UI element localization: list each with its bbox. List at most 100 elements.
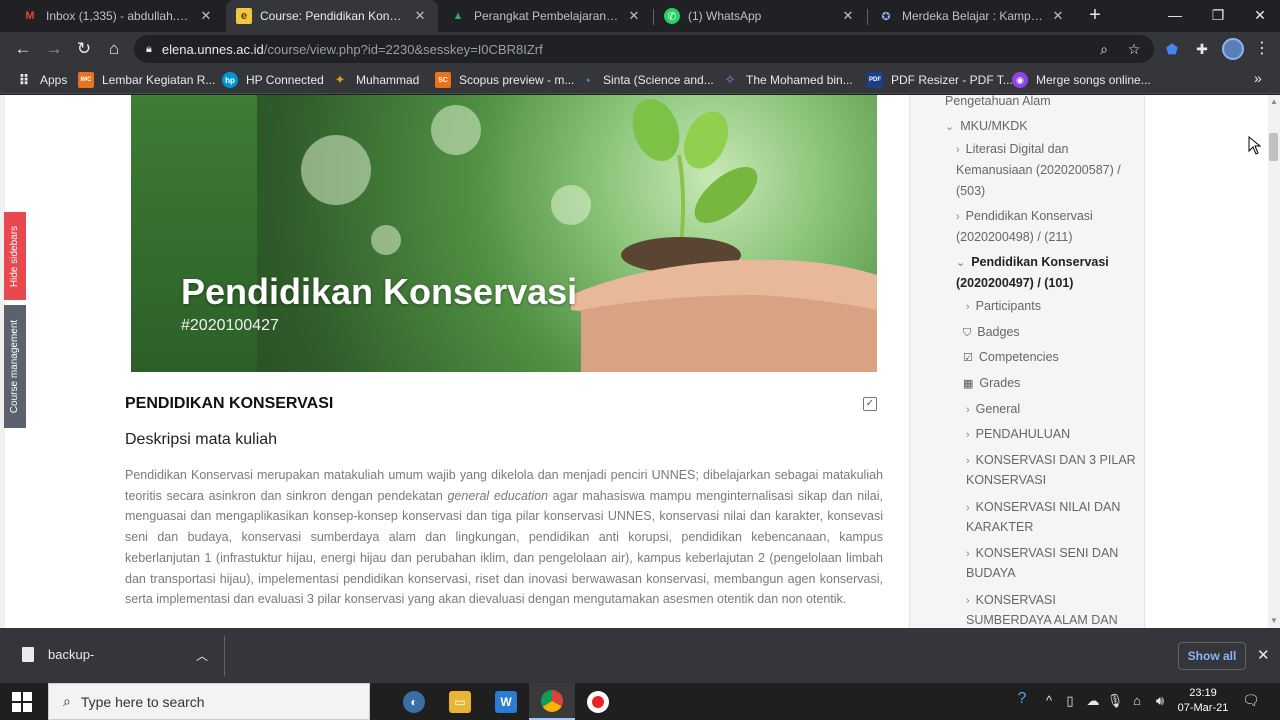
bookmark-pdfresizer[interactable]: PDF PDF Resizer - PDF T... [867,70,1013,90]
browser-toolbar: ← → ↻ ⌂ 🔒︎ elena.unnes.ac.id /course/vie… [0,32,1280,66]
taskbar-app-word[interactable]: W [483,683,529,720]
close-icon[interactable]: ✕ [840,8,856,24]
taskbar-app-explorer[interactable]: ▭ [437,683,483,720]
microphone-icon[interactable]: 🎙︎ [1105,693,1125,709]
nav-item-literasi-digital-line3[interactable]: (503) [956,181,985,202]
nav-item-general[interactable]: › General [966,399,1020,421]
tab-course[interactable]: e Course: Pendidikan Konservasi ✕ [226,0,438,32]
taskbar-clock[interactable]: 23:19 07-Mar-21 [1172,686,1234,716]
new-tab-button[interactable]: + [1083,4,1107,28]
nav-item-konservasi-nilai-line2[interactable]: KARAKTER [966,517,1033,538]
bookmark-apps[interactable]: ⠿ Apps [16,70,68,90]
nav-item-konservasi-3-pilar[interactable]: › KONSERVASI DAN 3 PILAR [966,450,1136,472]
google-drive-icon: ▲ [452,10,464,22]
nav-item-competencies[interactable]: ☑ Competencies [963,347,1059,369]
address-bar[interactable]: 🔒︎ elena.unnes.ac.id /course/view.php?id… [134,35,1154,63]
completion-checkbox-icon[interactable]: ✓ [863,397,877,411]
merge-songs-icon: ◉ [1012,72,1028,88]
bookmark-lembar[interactable]: IMC Lembar Kegiatan R... [78,70,215,90]
minimize-button[interactable]: — [1155,0,1195,30]
bookmark-mbz[interactable]: ✧ The Mohamed bin... [722,70,853,90]
taskbar-app-chrome[interactable] [529,683,575,720]
close-icon[interactable]: ✕ [412,8,428,24]
gmail-icon: M [25,10,35,22]
scroll-down-arrow-icon[interactable]: ▼ [1268,616,1280,625]
chevron-up-icon[interactable]: ︿ [196,647,208,664]
chevron-right-double-icon[interactable]: » [1254,70,1262,86]
nav-item-konservasi-seni[interactable]: › KONSERVASI SENI DAN [966,543,1118,565]
close-icon[interactable]: ✕ [626,8,642,24]
home-button[interactable]: ⌂ [102,37,126,61]
nav-item-konservasi-nilai[interactable]: › KONSERVASI NILAI DAN [966,497,1120,519]
help-icon[interactable]: ? [1012,690,1032,708]
taskbar-app-voice[interactable]: ◐ [391,683,437,720]
chrome-menu-icon[interactable]: ⋮ [1254,37,1270,61]
bookmark-scopus[interactable]: SC Scopus preview - m... [435,70,574,90]
forward-button[interactable]: → [42,37,66,61]
url-path: /course/view.php?id=2230&sesskey=I0CBR8I… [263,41,543,57]
download-item[interactable]: backup- [22,647,94,662]
whatsapp-icon: ✆ [664,8,680,24]
nav-item-badges[interactable]: ⛉ Badges [963,322,1020,344]
zoom-icon[interactable]: ⌕ [1094,39,1114,59]
nav-item-grades[interactable]: ▦ Grades [963,373,1020,395]
close-icon[interactable]: ✕ [1050,8,1066,24]
extensions-puzzle-icon[interactable]: ✚ [1192,39,1212,59]
reload-button[interactable]: ↻ [72,37,96,61]
notification-icon[interactable]: 🗨︎ [1242,692,1260,709]
scrollbar-thumb[interactable] [1269,133,1278,161]
tab-gmail[interactable]: M Inbox (1,335) - abdullah.m@mail.unnes.… [12,0,224,32]
extension-shield-icon[interactable]: ⬟ [1162,39,1182,59]
hide-sidebars-tab[interactable]: Hide sidebars [4,212,26,300]
show-all-button[interactable]: Show all [1178,642,1246,670]
checkbox-icon: ☑ [963,352,973,364]
chevron-up-icon[interactable]: ^ [1039,693,1059,708]
tab-whatsapp[interactable]: ✆ (1) WhatsApp ✕ [654,0,866,32]
maximize-button[interactable]: ❐ [1198,0,1238,30]
nav-item-konservasi-3-pilar-line2[interactable]: KONSERVASI [966,470,1046,491]
close-icon[interactable]: ✕ [1257,646,1270,664]
network-icon[interactable]: ⌂ [1127,693,1147,708]
close-icon[interactable]: ✕ [198,8,214,24]
bookmark-hp[interactable]: hp HP Connected [222,70,324,90]
banner-title: Pendidikan Konservasi [181,271,578,312]
page-scrollbar[interactable] [1268,95,1280,628]
nav-item-pendidikan-konservasi-211-line2[interactable]: (2020200498) / (211) [956,227,1073,248]
tab-merdeka[interactable]: ✪ Merdeka Belajar : Kampus Merdeka ✕ [868,0,1076,32]
window-close-button[interactable]: ✕ [1240,0,1280,30]
nav-item-participants[interactable]: › Participants [966,296,1041,318]
folder-icon: ▭ [449,690,471,713]
bookmark-merge[interactable]: ◉ Merge songs online... [1012,70,1151,90]
chevron-right-icon: › [966,429,970,441]
nav-item-pendahuluan[interactable]: › PENDAHULUAN [966,424,1070,446]
nav-item-literasi-digital-line2[interactable]: Kemanusiaan (2020200587) / [956,160,1121,181]
nav-item-konservasi-sda[interactable]: › KONSERVASI [966,590,1056,612]
windows-start-icon[interactable] [12,692,32,712]
nav-item-pendidikan-konservasi-211[interactable]: › Pendidikan Konservasi [956,206,1093,228]
volume-icon[interactable]: 🔊︎ [1150,693,1170,709]
back-button[interactable]: ← [11,37,35,61]
nav-item-konservasi-seni-line2[interactable]: BUDAYA [966,563,1016,584]
nav-item-pengetahuan-alam[interactable]: Pengetahuan Alam [945,95,1051,112]
taskbar-search-box[interactable]: ⌕ Type here to search [48,683,370,720]
bookmark-muhammad[interactable]: ✦ Muhammad [332,70,420,90]
elena-icon: e [236,8,252,24]
tab-drive[interactable]: ▲ Perangkat Pembelajaran Pendidikan ✕ [440,0,652,32]
tab-title: Course: Pendidikan Konservasi [260,9,406,23]
nav-item-mku-mkdk[interactable]: ⌄ MKU/MKDK [945,116,1028,138]
scroll-up-arrow-icon[interactable]: ▲ [1268,97,1280,106]
clock-time: 23:19 [1189,687,1217,699]
nav-item-pendidikan-konservasi-101[interactable]: ⌄ Pendidikan Konservasi [956,252,1109,274]
nav-item-konservasi-sda-line2[interactable]: SUMBERDAYA ALAM DAN [966,610,1118,628]
cloud-icon[interactable]: ☁ [1083,693,1103,709]
nav-item-literasi-digital[interactable]: › Literasi Digital dan [956,139,1069,161]
profile-avatar[interactable] [1222,38,1244,60]
bookmark-label: HP Connected [246,73,324,87]
taskbar-app-recorder[interactable] [575,683,621,720]
bookmark-sinta[interactable]: ◔ Sinta (Science and... [579,70,714,90]
device-icon[interactable]: ▯ [1060,693,1080,709]
mouse-cursor-icon [1248,136,1262,155]
nav-item-pendidikan-konservasi-101-line2[interactable]: (2020200497) / (101) [956,273,1073,294]
course-management-tab[interactable]: Course management [4,305,26,428]
bookmark-star-icon[interactable]: ☆ [1124,39,1144,59]
